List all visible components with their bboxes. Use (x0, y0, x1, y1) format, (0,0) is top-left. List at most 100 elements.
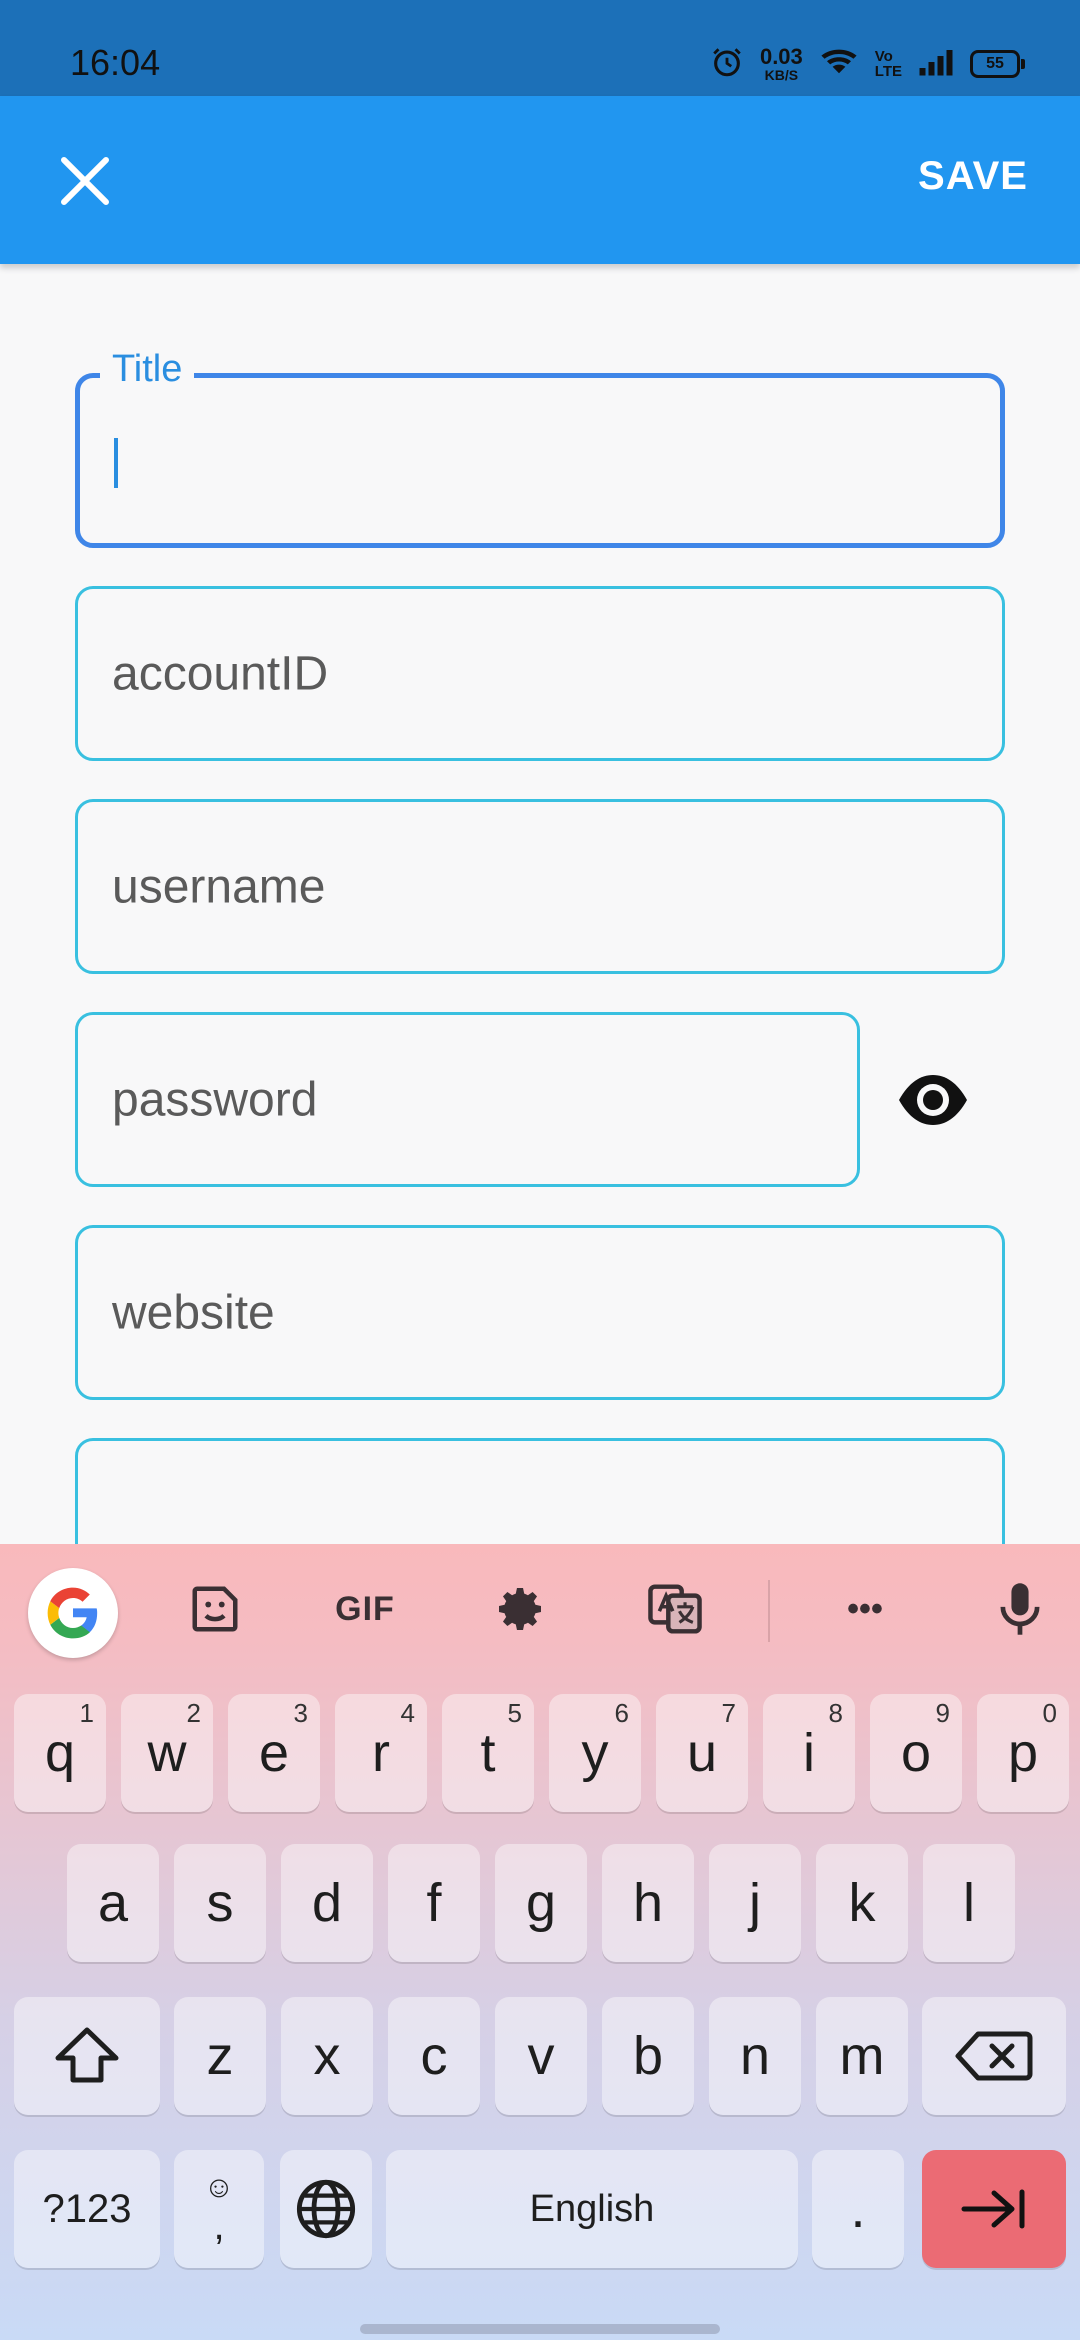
key-number-hint: 9 (935, 1698, 950, 1728)
title-field[interactable]: Title (75, 348, 1005, 548)
battery-indicator: 55 (970, 50, 1025, 78)
key-number-hint: 1 (79, 1698, 94, 1728)
key-v[interactable]: v (495, 1997, 587, 2115)
volte-bottom: LTE (874, 63, 902, 80)
toolbar-divider (768, 1580, 770, 1642)
symbols-key[interactable]: ?123 (14, 2150, 160, 2268)
next-arrow-icon (961, 2189, 1025, 2229)
keyboard: GIF ••• q1w2e3r4t5y6u7i8o9p0 asdfghjkl z… (0, 1544, 1080, 2340)
key-label: q (44, 1723, 76, 1783)
key-h[interactable]: h (602, 1844, 694, 1962)
account-id-field[interactable]: accountID (75, 586, 1005, 761)
key-k[interactable]: k (816, 1844, 908, 1962)
text-cursor (114, 438, 118, 488)
key-m[interactable]: m (816, 1997, 908, 2115)
more-button[interactable]: ••• (830, 1574, 900, 1644)
key-n[interactable]: n (709, 1997, 801, 2115)
key-y[interactable]: y6 (549, 1694, 641, 1812)
key-label: r (372, 1723, 390, 1783)
save-button[interactable]: SAVE (918, 154, 1028, 199)
key-g[interactable]: g (495, 1844, 587, 1962)
volte-top: Vo (874, 48, 893, 65)
network-speed: 0.03 KB/S (759, 44, 803, 83)
key-number-hint: 7 (721, 1698, 736, 1728)
key-label: e (258, 1723, 290, 1783)
key-q[interactable]: q1 (14, 1694, 106, 1812)
website-field[interactable]: website (75, 1225, 1005, 1400)
language-key[interactable] (280, 2150, 372, 2268)
voice-input-button[interactable] (985, 1574, 1055, 1644)
space-key[interactable]: English (386, 2150, 798, 2268)
sticker-button[interactable] (180, 1574, 250, 1644)
gesture-nav-bar[interactable] (360, 2324, 720, 2334)
key-f[interactable]: f (388, 1844, 480, 1962)
key-number-hint: 6 (614, 1698, 629, 1728)
password-field[interactable]: password (75, 1012, 860, 1187)
key-b[interactable]: b (602, 1997, 694, 2115)
key-label: w (147, 1723, 187, 1783)
close-icon (61, 157, 109, 205)
eye-icon (899, 1075, 967, 1125)
google-icon (47, 1587, 98, 1639)
gear-icon (499, 1588, 541, 1630)
key-number-hint: 4 (400, 1698, 415, 1728)
website-placeholder: website (112, 1286, 275, 1339)
google-button[interactable] (28, 1568, 118, 1658)
emoji-key[interactable]: ☺ , (174, 2150, 264, 2268)
translate-button[interactable] (640, 1574, 710, 1644)
key-a[interactable]: a (67, 1844, 159, 1962)
key-t[interactable]: t5 (442, 1694, 534, 1812)
settings-button[interactable] (485, 1574, 555, 1644)
key-e[interactable]: e3 (228, 1694, 320, 1812)
signal-icon (918, 47, 954, 82)
key-label: p (1007, 1723, 1039, 1783)
key-x[interactable]: x (281, 1997, 373, 2115)
comma-label: , (213, 2203, 225, 2248)
key-label: o (900, 1723, 932, 1783)
backspace-icon (955, 2031, 1033, 2081)
status-time: 16:04 (70, 42, 161, 83)
net-speed-value: 0.03 (759, 44, 803, 69)
alarm-icon (710, 45, 744, 84)
wifi-icon (819, 46, 859, 83)
key-number-hint: 5 (507, 1698, 522, 1728)
status-bar: 16:04 0.03 KB/S Vo LTE 55 (0, 0, 1080, 96)
key-number-hint: 8 (828, 1698, 843, 1728)
username-field[interactable]: username (75, 799, 1005, 974)
key-label: t (480, 1723, 496, 1783)
key-j[interactable]: j (709, 1844, 801, 1962)
status-icons: 0.03 KB/S Vo LTE 55 (710, 44, 1025, 84)
key-c[interactable]: c (388, 1997, 480, 2115)
net-speed-unit: KB/S (764, 67, 799, 83)
toggle-password-visibility-button[interactable] (893, 1065, 973, 1135)
gif-button[interactable]: GIF (320, 1574, 410, 1644)
key-number-hint: 3 (293, 1698, 308, 1728)
username-placeholder: username (112, 860, 326, 913)
key-i[interactable]: i8 (763, 1694, 855, 1812)
key-s[interactable]: s (174, 1844, 266, 1962)
key-number-hint: 2 (186, 1698, 201, 1728)
key-p[interactable]: p0 (977, 1694, 1069, 1812)
key-d[interactable]: d (281, 1844, 373, 1962)
shift-key[interactable] (14, 1997, 160, 2115)
period-key[interactable]: . (812, 2150, 904, 2268)
close-button[interactable] (50, 146, 120, 216)
key-o[interactable]: o9 (870, 1694, 962, 1812)
sticker-icon (192, 1586, 238, 1632)
volte-indicator: Vo LTE (875, 49, 902, 79)
shift-icon (55, 2027, 119, 2083)
password-placeholder: password (112, 1073, 318, 1126)
key-label: y (581, 1723, 609, 1783)
key-l[interactable]: l (923, 1844, 1015, 1962)
key-z[interactable]: z (174, 1997, 266, 2115)
keyboard-toolbar: GIF ••• (0, 1544, 1080, 1672)
key-label: i (803, 1723, 815, 1783)
enter-key[interactable] (922, 2150, 1066, 2268)
key-u[interactable]: u7 (656, 1694, 748, 1812)
globe-icon (296, 2179, 356, 2239)
microphone-icon (1000, 1583, 1040, 1635)
backspace-key[interactable] (922, 1997, 1066, 2115)
key-w[interactable]: w2 (121, 1694, 213, 1812)
title-field-label: Title (100, 348, 195, 391)
key-r[interactable]: r4 (335, 1694, 427, 1812)
